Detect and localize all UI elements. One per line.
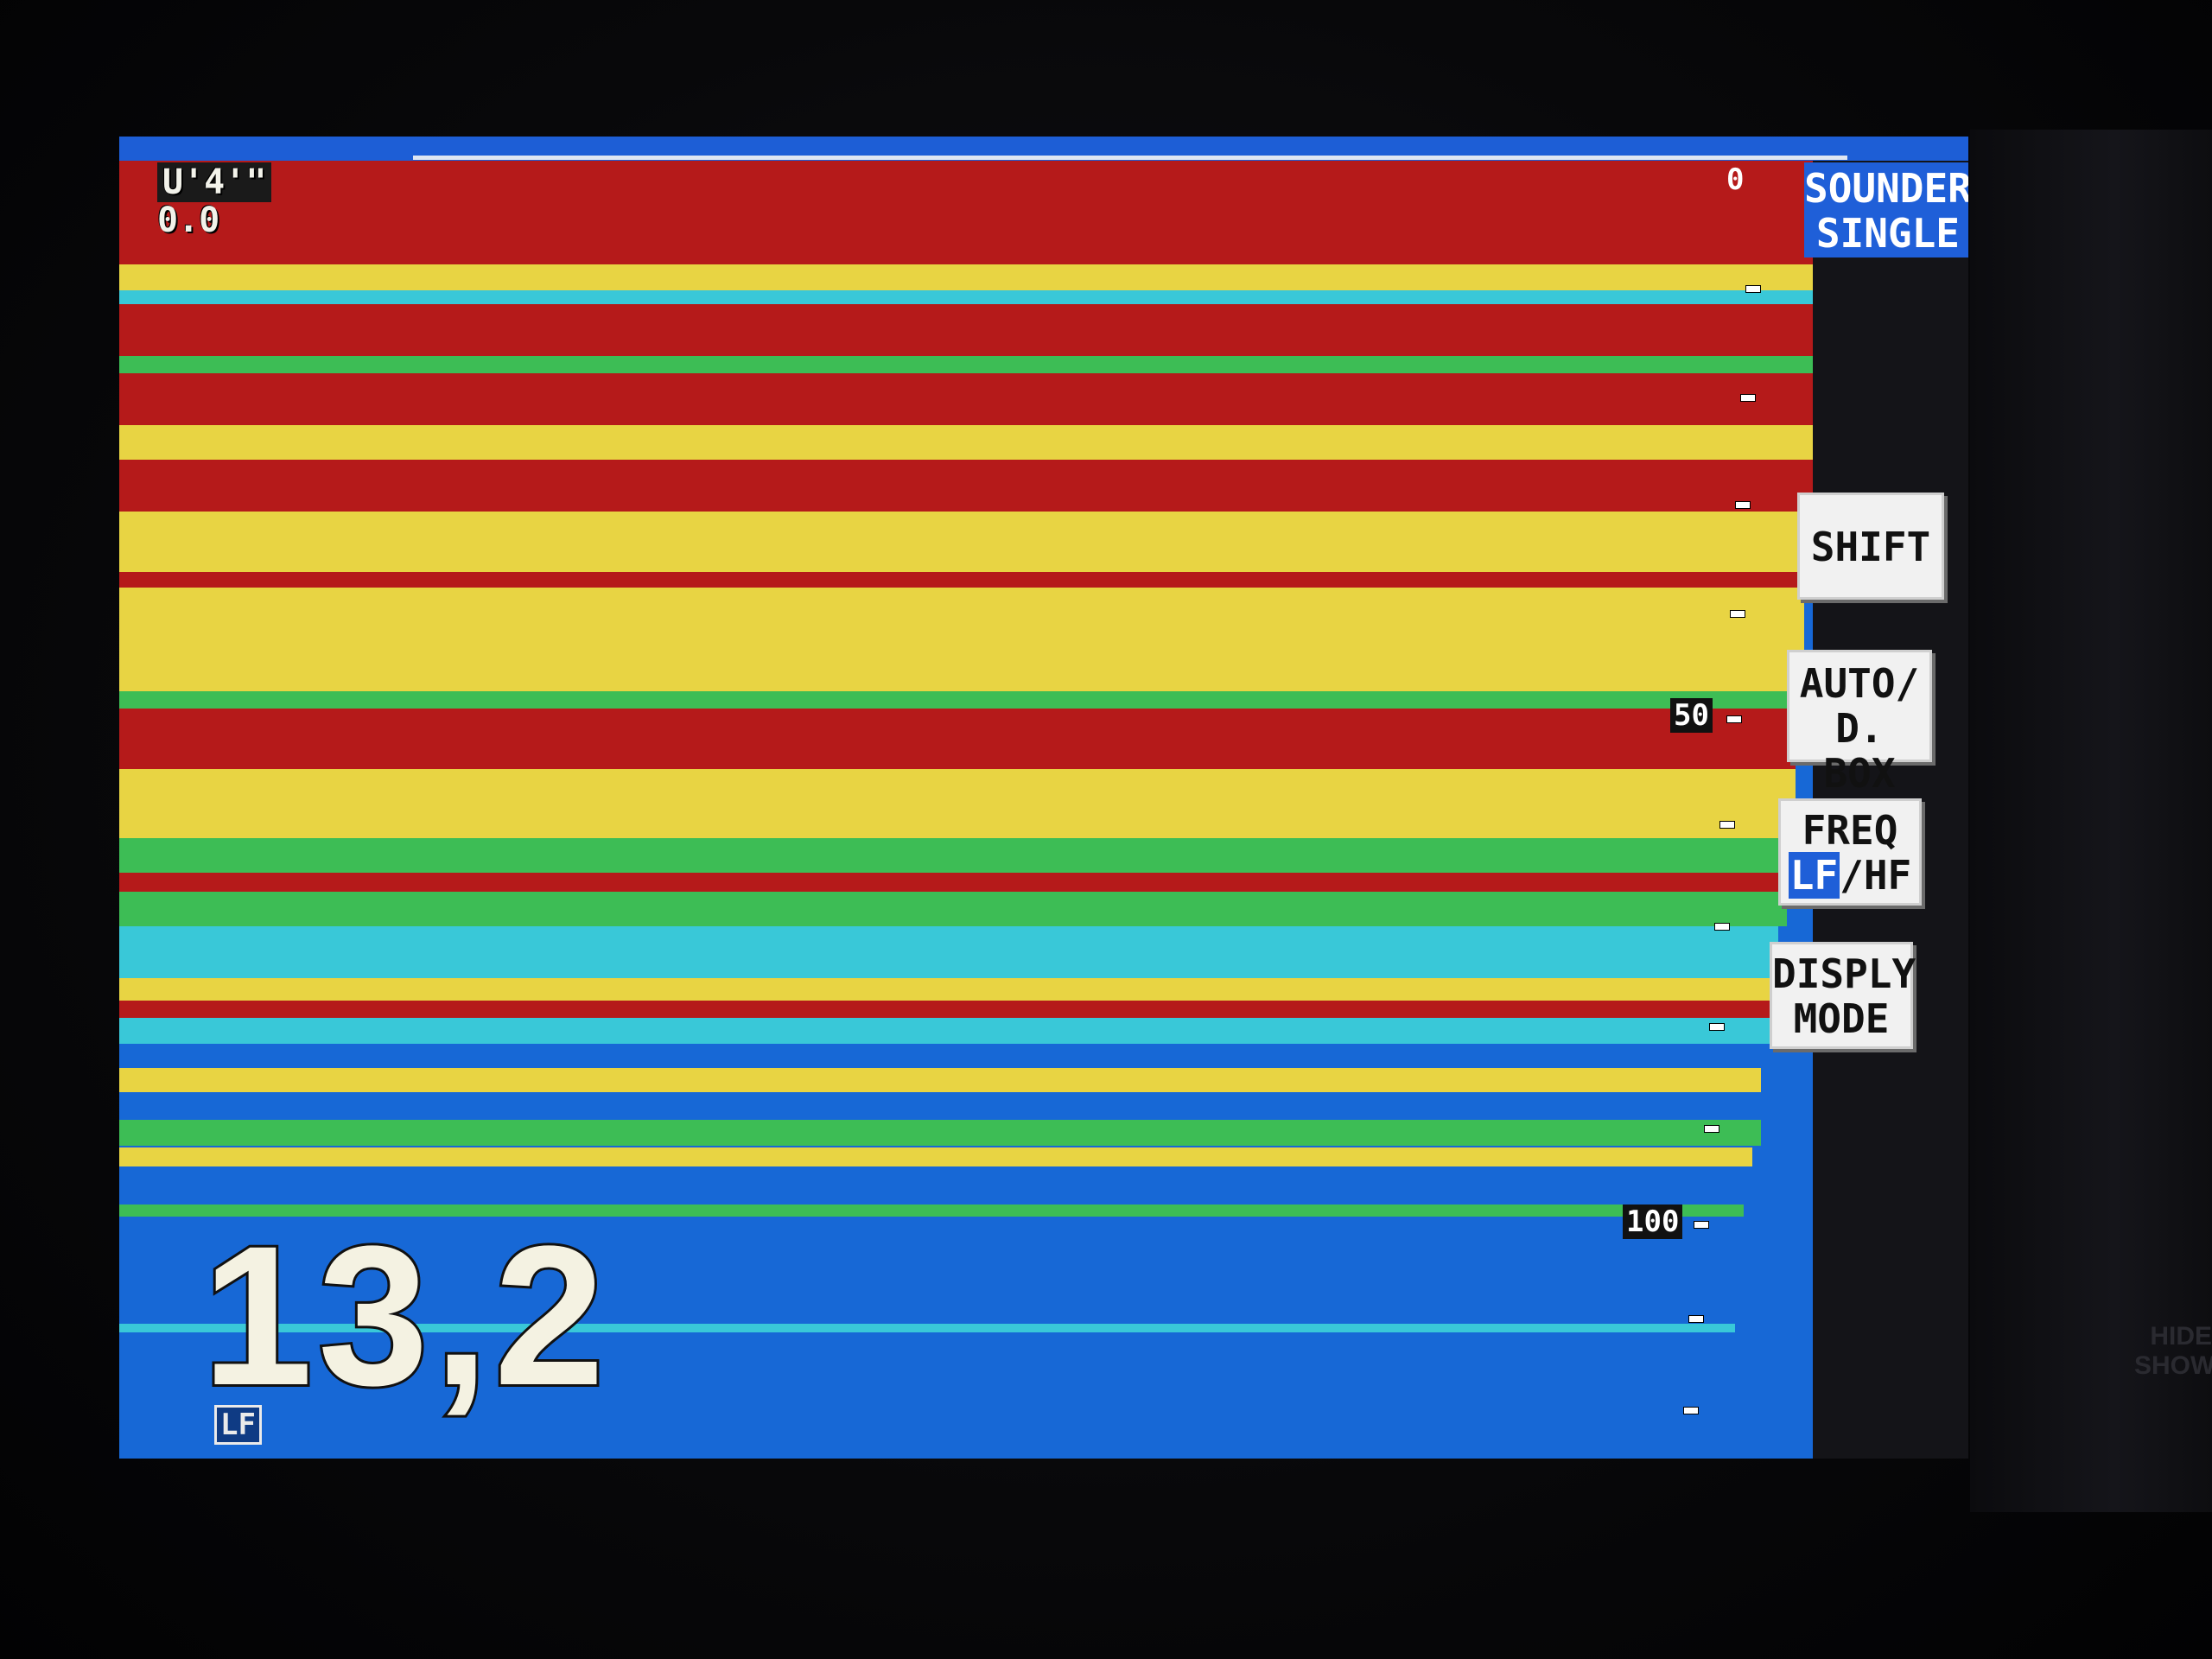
mode-line-2: SINGLE [1815, 210, 1960, 257]
offset-readout: 0.0 [157, 200, 220, 240]
echo-band [119, 709, 1804, 743]
position-readout: U'4'" [157, 162, 272, 202]
echo-band [119, 1001, 1770, 1018]
scale-tick [1688, 1315, 1704, 1323]
echo-band [119, 1018, 1770, 1044]
display-label: DISPLY [1772, 950, 1916, 997]
mode-line-1: SOUNDER [1804, 165, 1968, 212]
echo-band [119, 691, 1804, 709]
scale-tick [1714, 923, 1730, 931]
auto-label: AUTO/ [1799, 660, 1920, 707]
echo-band [119, 978, 1778, 1001]
scale-tick [1719, 821, 1735, 829]
freq-options: LF/HF [1781, 852, 1919, 899]
echo-band [119, 304, 1813, 356]
scale-top-label: 0 [1726, 162, 1745, 197]
scale-tick [1745, 285, 1761, 293]
scale-mid-tick [1726, 715, 1742, 723]
echo-band [119, 161, 1813, 264]
echo-band [119, 873, 1787, 892]
freq-button[interactable]: FREQ LF/HF [1778, 798, 1922, 906]
sounder-screen: U'4'" 0.0 0 50 100 13,2 LF SOUNDER SINGL… [119, 137, 1968, 1459]
echo-band [119, 460, 1813, 512]
scale-tick [1704, 1125, 1719, 1133]
echo-band [119, 1147, 1752, 1166]
echo-band [119, 892, 1787, 926]
echo-band [119, 769, 1796, 838]
scale-tick [1735, 501, 1751, 509]
echo-band [119, 838, 1787, 873]
echo-band [119, 425, 1813, 460]
freq-hf-option: /HF [1840, 852, 1912, 899]
top-bar [119, 137, 1968, 161]
echo-band [119, 290, 1813, 304]
echo-band [119, 743, 1796, 769]
shift-button[interactable]: SHIFT [1797, 493, 1944, 600]
echo-band [119, 926, 1778, 978]
echo-band [119, 572, 1813, 588]
show-label: SHOW [2134, 1351, 2212, 1380]
hide-show-label: HIDE SHOW [2134, 1322, 2212, 1381]
scale-tick [1683, 1407, 1699, 1414]
frequency-indicator: LF [214, 1405, 262, 1445]
hide-label: HIDE [2150, 1322, 2212, 1351]
freq-label: FREQ [1802, 807, 1898, 854]
scale-tick [1709, 1023, 1725, 1031]
dbox-label: D. BOX [1823, 705, 1896, 797]
echo-band [119, 264, 1813, 290]
echo-band [119, 1068, 1761, 1092]
echo-band [119, 588, 1804, 691]
scale-bottom-label: 100 [1623, 1205, 1683, 1239]
echo-band [119, 356, 1813, 373]
auto-dbox-button[interactable]: AUTO/ D. BOX [1787, 650, 1932, 796]
scale-tick [1730, 610, 1745, 618]
scale-bottom-tick [1694, 1221, 1709, 1229]
bezel-right-panel [1970, 130, 2212, 1512]
freq-lf-option: LF [1788, 852, 1840, 899]
echo-band [119, 512, 1813, 572]
echo-band [119, 373, 1813, 425]
shift-button-label: SHIFT [1810, 524, 1931, 570]
range-indicator-line [413, 156, 1847, 160]
mode-indicator: SOUNDER SINGLE [1804, 162, 1968, 257]
mode-label: MODE [1793, 995, 1890, 1042]
scale-tick [1740, 394, 1756, 402]
echo-band [119, 1120, 1761, 1146]
depth-readout: 13,2 [200, 1205, 610, 1427]
scale-mid-label: 50 [1670, 698, 1713, 733]
display-mode-button[interactable]: DISPLY MODE [1770, 942, 1916, 1049]
